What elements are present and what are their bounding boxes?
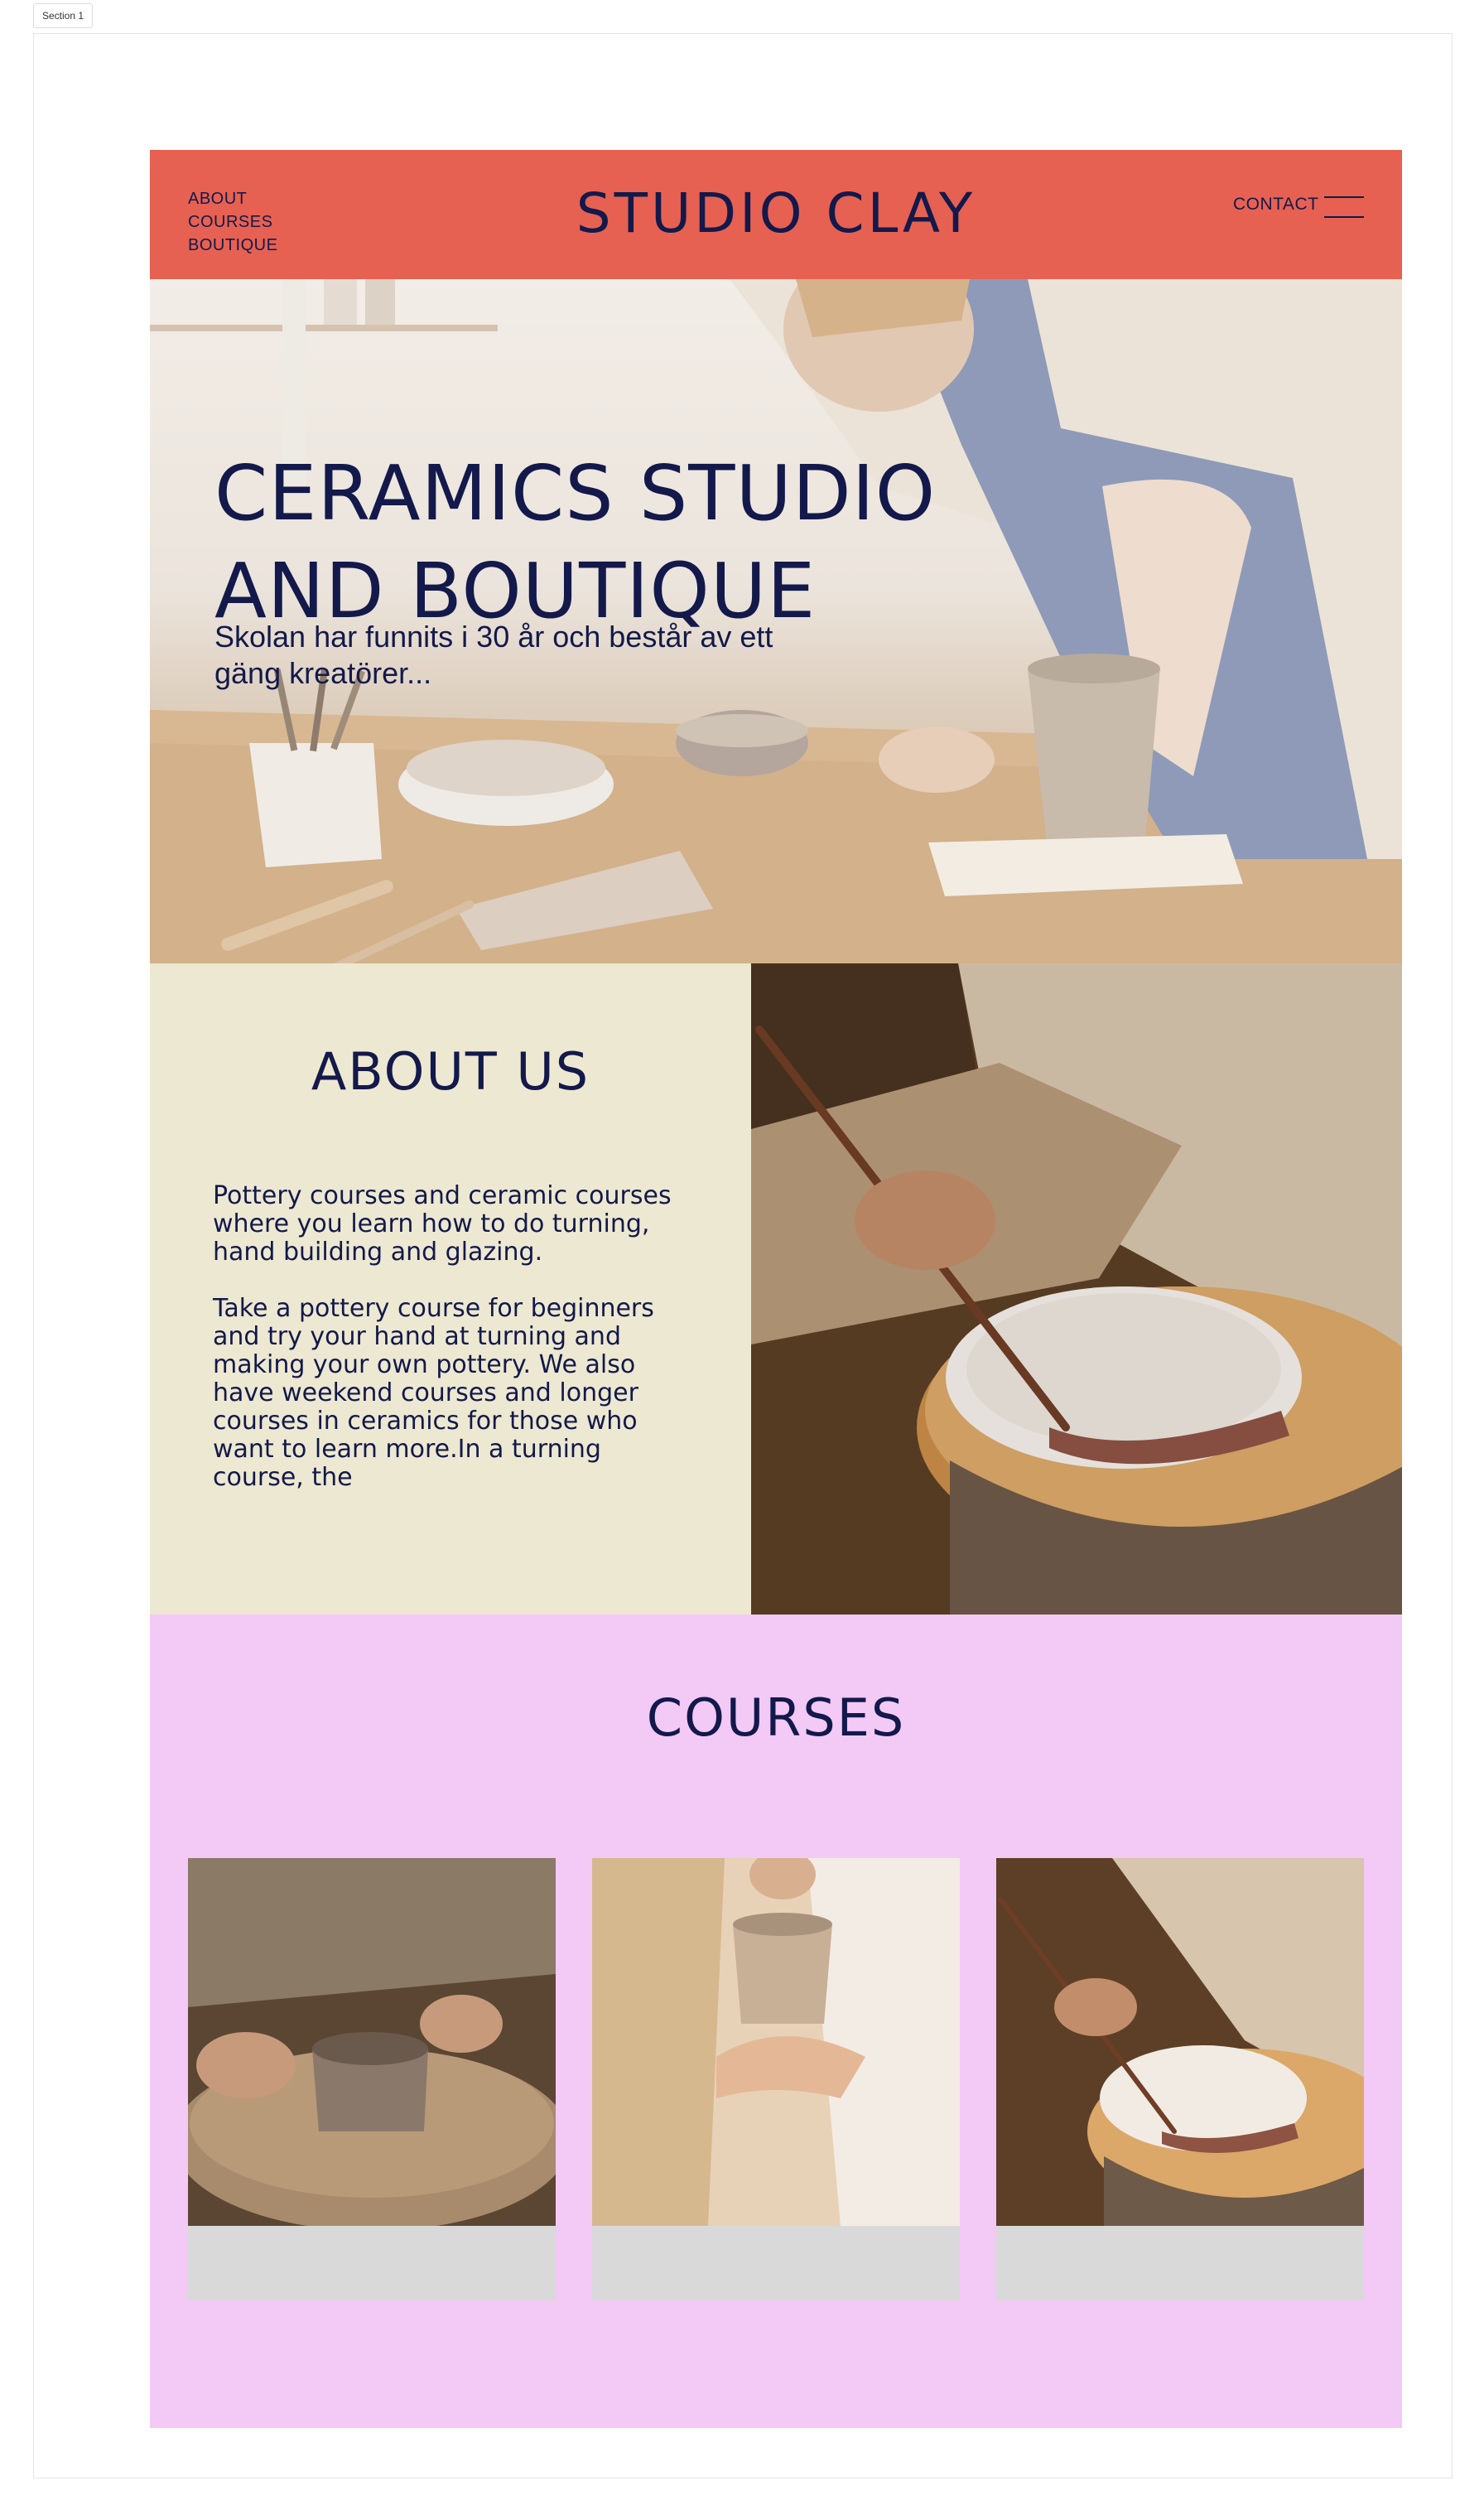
brand-logo[interactable]: STUDIO CLAY xyxy=(150,181,1402,245)
courses-section: COURSES xyxy=(150,1615,1402,2428)
course-card-3[interactable] xyxy=(996,1858,1364,2300)
about-section: ABOUT US Pottery courses and ceramic cou… xyxy=(150,963,751,1615)
course-card-1[interactable] xyxy=(188,1858,556,2300)
artboard-frame: ABOUT COURSES BOUTIQUE STUDIO CLAY CONTA… xyxy=(33,33,1453,2479)
course-card-2[interactable] xyxy=(592,1858,960,2300)
contact-link[interactable]: CONTACT xyxy=(1233,195,1318,215)
section-label: Section 1 xyxy=(33,3,94,28)
about-photo-glazing-image xyxy=(751,963,1402,1615)
about-paragraph-2: Take a pottery course for beginners and … xyxy=(213,1294,654,1492)
about-paragraph-1: Pottery courses and ceramic courses wher… xyxy=(213,1181,672,1267)
course-2-handbuilding-image xyxy=(592,1858,960,2226)
hero-title: CERAMICS STUDIO AND BOUTIQUE xyxy=(214,449,937,635)
site-header: ABOUT COURSES BOUTIQUE STUDIO CLAY CONTA… xyxy=(150,150,1402,279)
hero-section: CERAMICS STUDIO AND BOUTIQUE Skolan har … xyxy=(150,279,1402,963)
hero-subtitle: Skolan har funnits i 30 år och består av… xyxy=(214,620,773,690)
page: ABOUT COURSES BOUTIQUE STUDIO CLAY CONTA… xyxy=(150,150,1402,2428)
about-title: ABOUT US xyxy=(311,1041,590,1102)
hamburger-menu-icon[interactable] xyxy=(1324,195,1364,220)
courses-title: COURSES xyxy=(646,1687,906,1748)
course-3-glazing-image xyxy=(996,1858,1364,2226)
course-1-wheel-throwing-image xyxy=(188,1858,556,2226)
